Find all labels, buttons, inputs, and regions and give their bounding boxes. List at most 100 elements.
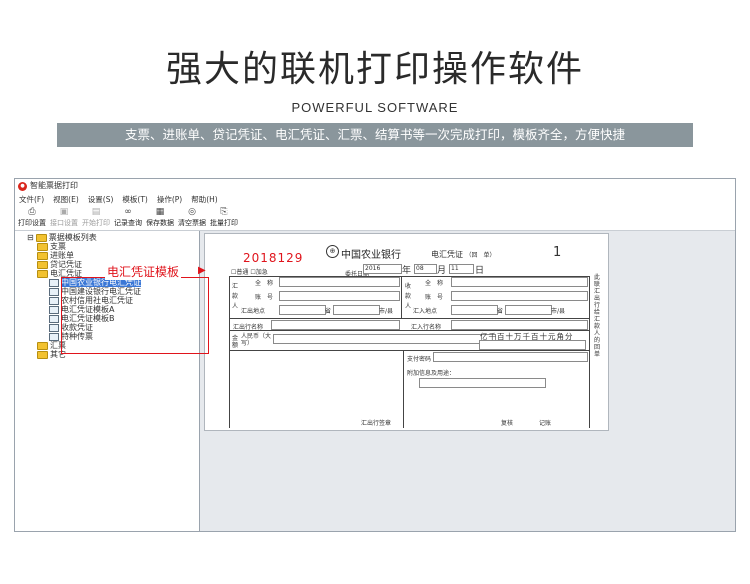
city-unit: 市/县 [379,308,394,315]
month-input[interactable]: 08 [414,264,437,274]
payer-bank-label: 汇出行名称 [233,324,264,331]
interface-settings-icon: ▣ [59,207,69,217]
menu-template[interactable]: 模板(T) [122,193,147,206]
day-input[interactable]: 11 [449,264,474,274]
extra-info-label: 附加信息及用途： [407,370,456,377]
amount-label: 金额 [232,335,239,349]
template-icon [49,305,59,314]
title-bar: ● 智能票据打印 [15,179,735,193]
template-icon [49,332,59,341]
folder-icon [37,242,48,251]
toolbar: ⎙ 打印设置 ▣ 接口设置 ▤ 开始打印 ∞ 记录查询 ▦ 保存数据 ◎ 清空票据 ⎘ 批量打… [15,206,735,231]
folder-icon [37,341,48,350]
payee-province-select[interactable] [451,305,498,315]
payer-location-label: 汇出地点 [241,308,266,315]
grid-line [229,318,589,319]
printer-settings-icon: ⎙ [28,207,36,217]
payer-province-select[interactable] [279,305,326,315]
menu-help[interactable]: 帮助(H) [191,193,218,206]
tree-folder[interactable]: 进账单 [27,251,141,260]
tree-folder[interactable]: 支票 [27,242,141,251]
grid-line [589,276,590,428]
template-icon [49,296,59,305]
start-print-button[interactable]: ▤ 开始打印 [81,206,111,230]
menu-file[interactable]: 文件(F) [19,193,44,206]
template-icon [49,287,59,296]
menu-operate[interactable]: 操作(P) [157,193,182,206]
annotation-arrow-icon: ▶ [198,265,206,276]
day-unit: 日 [475,266,485,276]
print-start-icon: ▤ [91,207,101,217]
folder-open-icon [37,269,48,278]
save-icon: ▦ [155,207,165,217]
payer-account-label: 账 号 [255,294,274,301]
wire-transfer-voucher: 2018129 ⊕ 中国农业银行 电汇凭证 （回 单） 1 ☐普通 ☐加急 委托… [204,233,609,431]
payee-account-label: 账 号 [425,294,444,301]
folder-icon [37,350,48,359]
interface-settings-button[interactable]: ▣ 接口设置 [49,206,79,230]
payee-account-input[interactable] [451,291,588,301]
payee-city-select[interactable] [505,305,552,315]
template-icon [49,323,59,332]
sig-payer-bank: 汇出行签章 [361,420,392,427]
amount-chinese-label: 人民币（大写） [241,333,272,347]
template-icon [49,278,59,287]
menu-view[interactable]: 视图(E) [53,193,79,206]
tree-root[interactable]: ⊟ 票据模板列表 [27,233,141,242]
hero-subtitle: POWERFUL SOFTWARE [291,100,459,115]
grid-line [403,350,404,428]
window-title: 智能票据打印 [30,181,78,190]
grid-line [401,276,402,318]
print-settings-button[interactable]: ⎙ 打印设置 [17,206,47,230]
grid-line [229,276,230,428]
payer-name-label: 全 称 [255,280,274,287]
bank-logo-icon: ⊕ [326,245,339,258]
payee-bank-label: 汇入行名称 [411,324,442,331]
amount-digits-input[interactable] [479,340,586,350]
sig-review: 复核 [501,420,514,427]
payer-side-label: 汇款人 [232,283,239,310]
batch-print-icon: ⎘ [220,207,228,217]
payer-name-input[interactable] [279,277,400,287]
year-input[interactable]: 2016 [363,264,402,274]
feature-banner: 支票、进账单、贷记凭证、电汇凭证、汇票、结算书等一次完成打印，模板齐全，方便快捷 [57,123,693,147]
annotation-highlight-box [61,277,209,354]
extra-info-input[interactable] [419,378,546,388]
annotation-label: 电汇凭证模板 [105,263,182,280]
copy-side-note: 此联汇出行给汇款人的回单 [594,274,601,358]
province-unit: 省 [325,308,332,315]
voucher-preview-pane: 2018129 ⊕ 中国农业银行 电汇凭证 （回 单） 1 ☐普通 ☐加急 委托… [200,231,735,531]
pay-password-label: 支付密码 [407,356,432,363]
binoculars-icon: ∞ [124,207,132,217]
payee-location-label: 汇入地点 [413,308,438,315]
folder-icon [37,260,48,269]
year-unit: 年 [402,266,412,276]
month-unit: 月 [437,266,447,276]
urgency-options: ☐普通 ☐加急 [231,269,268,276]
payee-name-input[interactable] [451,277,588,287]
bank-name: 中国农业银行 [341,250,401,261]
folder-icon [37,251,48,260]
batch-print-button[interactable]: ⎘ 批量打印 [209,206,239,230]
voucher-type: 电汇凭证 （回 单） [431,250,496,259]
voucher-serial: 2018129 [243,251,304,265]
menu-settings[interactable]: 设置(S) [88,193,114,206]
app-logo-icon: ● [18,181,27,191]
menu-bar: 文件(F) 视图(E) 设置(S) 模板(T) 操作(P) 帮助(H) [15,193,735,206]
payer-city-select[interactable] [333,305,380,315]
clear-icon: ◎ [188,207,196,217]
payer-bank-input[interactable] [271,320,400,330]
city-unit: 市/县 [551,308,566,315]
payee-name-label: 全 称 [425,280,444,287]
pay-password-input[interactable] [433,352,588,362]
payee-side-label: 收款人 [405,283,412,310]
sig-bookkeep: 记账 [539,420,552,427]
record-query-button[interactable]: ∞ 记录查询 [113,206,143,230]
payer-account-input[interactable] [279,291,400,301]
app-window: ● 智能票据打印 文件(F) 视图(E) 设置(S) 模板(T) 操作(P) 帮… [14,178,736,532]
template-icon [49,314,59,323]
amount-chinese-input[interactable] [273,334,496,344]
payee-bank-input[interactable] [451,320,588,330]
save-data-button[interactable]: ▦ 保存数据 [145,206,175,230]
clear-voucher-button[interactable]: ◎ 清空票据 [177,206,207,230]
